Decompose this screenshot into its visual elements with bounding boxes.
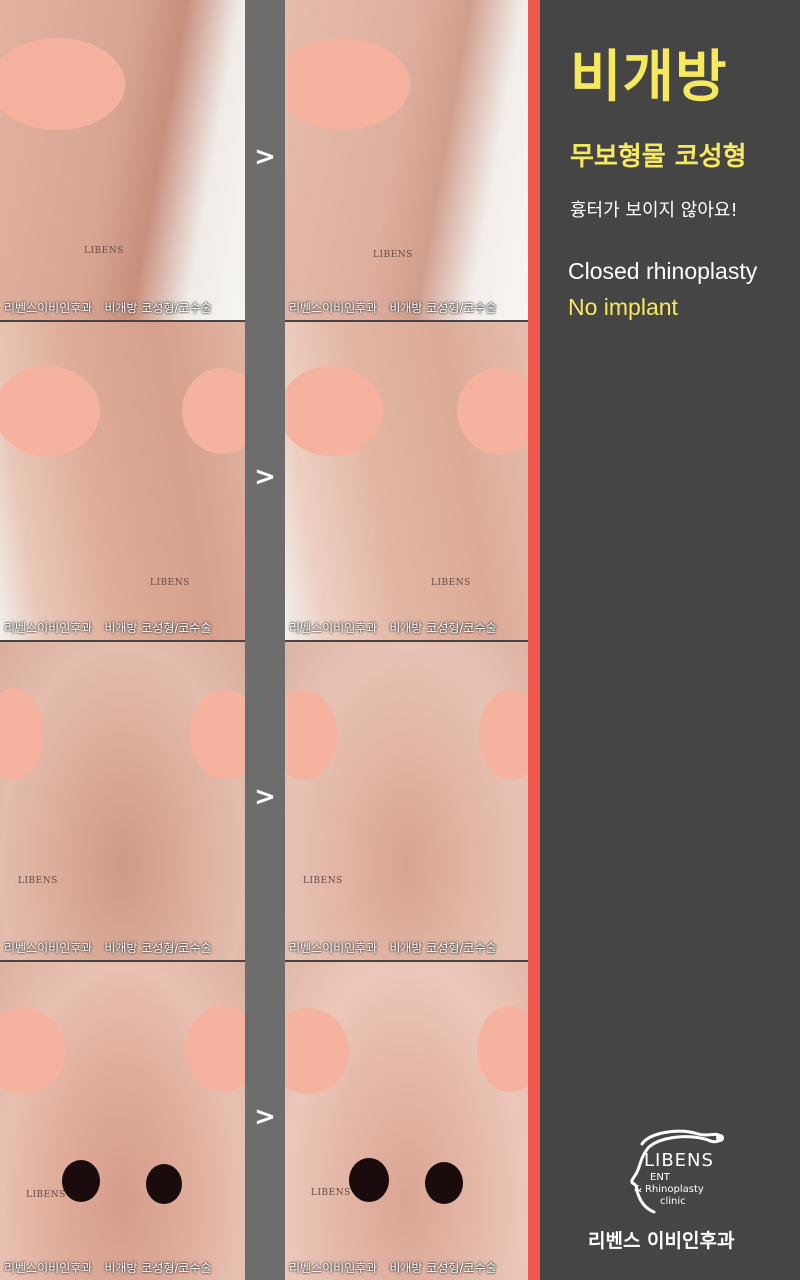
before-photo-front: LIBENS 리벤스이비인후과 비개방 코성형/코수술 (0, 642, 245, 960)
photo-watermark: LIBENS (311, 1188, 351, 1198)
panel-note: 흉터가 보이지 않아요! (570, 200, 738, 221)
english-line-1: Closed rhinoplasty (568, 258, 758, 284)
before-photo-oblique: LIBENS 리벤스이비인후과 비개방 코성형/코수술 (0, 322, 245, 640)
photo-caption: 리벤스이비인후과 비개방 코성형/코수술 (4, 301, 212, 315)
clinic-logo: LIBENS ENT & Rhinoplasty clinic (620, 1128, 750, 1218)
before-photo-base: LIBENS 리벤스이비인후과 비개방 코성형/코수술 (0, 962, 245, 1280)
english-line-2: No implant (568, 294, 678, 320)
arrow-icon: > (254, 142, 276, 172)
after-photo-profile: LIBENS 리벤스이비인후과 비개방 코성형/코수술 (285, 0, 528, 320)
clinic-korean-name: 리벤스 이비인후과 (588, 1230, 735, 1252)
photo-caption: 리벤스이비인후과 비개방 코성형/코수술 (4, 1261, 212, 1275)
arrow-icon: > (254, 782, 276, 812)
comparison-divider-band (245, 0, 285, 1280)
panel-title: 비개방 (570, 45, 728, 110)
accent-divider (528, 0, 540, 1280)
logo-line-ent: ENT (650, 1172, 670, 1183)
logo-line-clinic: clinic (660, 1196, 686, 1207)
before-after-page: LIBENS 리벤스이비인후과 비개방 코성형/코수술 LIBENS 리벤스이비인… (0, 0, 800, 1280)
photo-watermark: LIBENS (373, 250, 413, 260)
photo-caption: 리벤스이비인후과 비개방 코성형/코수술 (289, 301, 497, 315)
before-photo-profile: LIBENS 리벤스이비인후과 비개방 코성형/코수술 (0, 0, 245, 320)
photo-caption: 리벤스이비인후과 비개방 코성형/코수술 (289, 621, 497, 635)
photo-caption: 리벤스이비인후과 비개방 코성형/코수술 (4, 621, 212, 635)
info-panel: 비개방 무보형물 코성형 흉터가 보이지 않아요! Closed rhinopl… (540, 0, 800, 1280)
photo-caption: 리벤스이비인후과 비개방 코성형/코수술 (4, 941, 212, 955)
panel-subtitle: 무보형물 코성형 (570, 142, 747, 172)
logo-wordmark: LIBENS (644, 1150, 714, 1171)
after-photo-base: LIBENS 리벤스이비인후과 비개방 코성형/코수술 (285, 962, 528, 1280)
photo-caption: 리벤스이비인후과 비개방 코성형/코수술 (289, 1261, 497, 1275)
photo-watermark: LIBENS (26, 1190, 66, 1200)
photo-watermark: LIBENS (303, 876, 343, 886)
after-photo-oblique: LIBENS 리벤스이비인후과 비개방 코성형/코수술 (285, 322, 528, 640)
after-photo-front: LIBENS 리벤스이비인후과 비개방 코성형/코수술 (285, 642, 528, 960)
photo-watermark: LIBENS (84, 246, 124, 256)
photo-watermark: LIBENS (150, 578, 190, 588)
photo-watermark: LIBENS (18, 876, 58, 886)
arrow-icon: > (254, 1102, 276, 1132)
photo-caption: 리벤스이비인후과 비개방 코성형/코수술 (289, 941, 497, 955)
logo-line-rhinoplasty: & Rhinoplasty (634, 1184, 704, 1195)
photo-watermark: LIBENS (431, 578, 471, 588)
arrow-icon: > (254, 462, 276, 492)
